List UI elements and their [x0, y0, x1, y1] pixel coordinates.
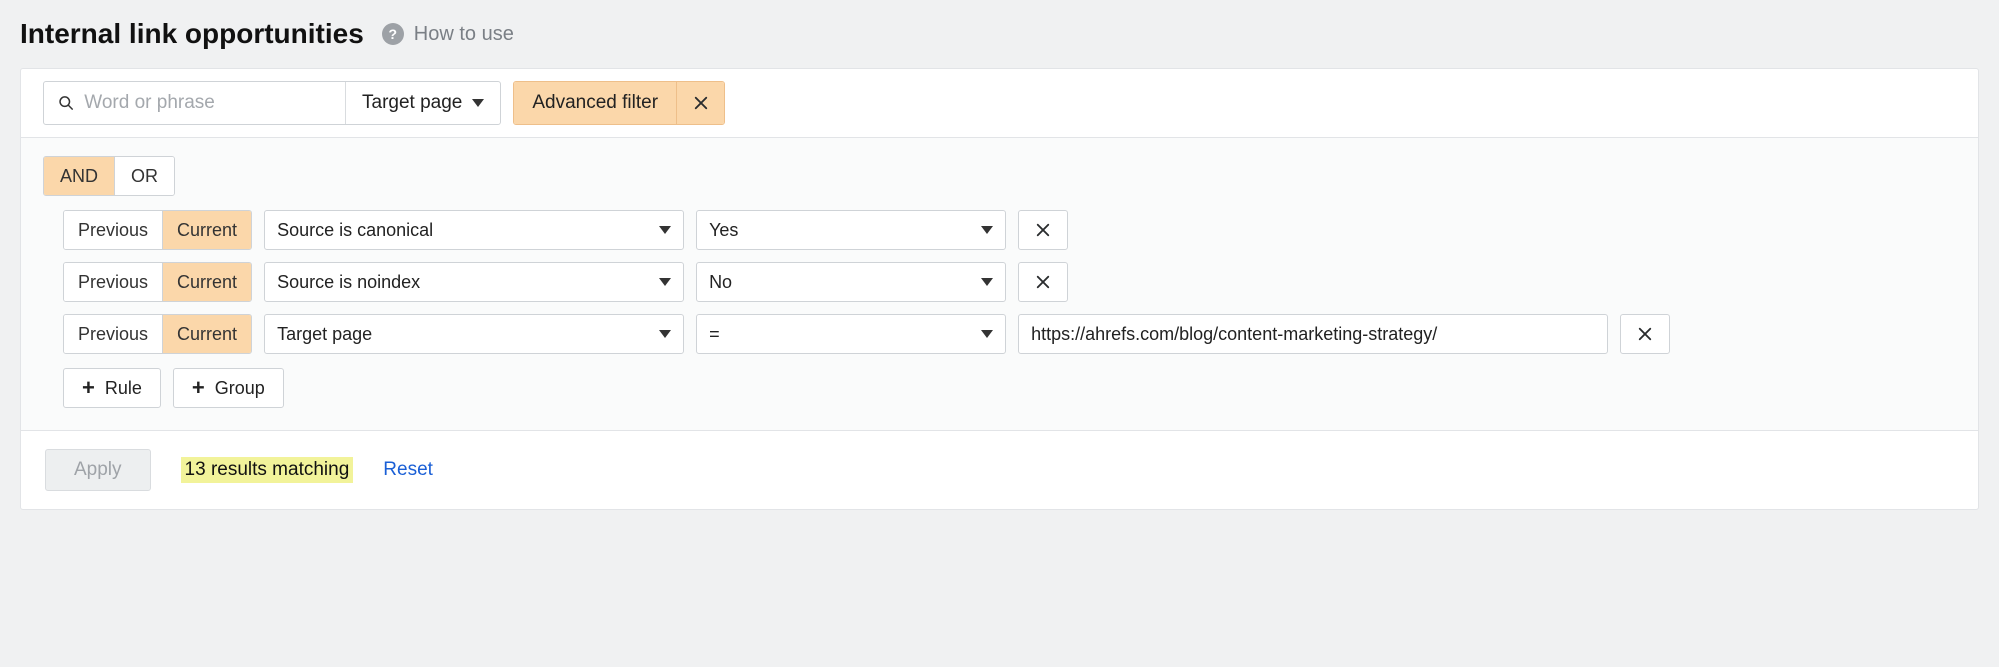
rule-list: Previous Current Source is canonical Yes	[63, 210, 1956, 354]
plus-icon: +	[192, 377, 205, 399]
target-dropdown-label: Target page	[362, 92, 462, 114]
add-row: + Rule + Group	[63, 368, 1956, 408]
remove-rule-button[interactable]	[1018, 210, 1068, 250]
page-header: Internal link opportunities ? How to use	[20, 18, 1979, 50]
add-group-label: Group	[215, 378, 265, 399]
prev-cur-toggle: Previous Current	[63, 210, 252, 250]
advanced-filter-chip: Advanced filter	[513, 81, 725, 125]
operator-select[interactable]: =	[696, 314, 1006, 354]
search-group: Target page	[43, 81, 501, 125]
value-select[interactable]: Yes	[696, 210, 1006, 250]
field-select-value: Source is canonical	[277, 220, 433, 241]
field-select-value: Source is noindex	[277, 272, 420, 293]
rule-row: Previous Current Source is noindex No	[63, 262, 1956, 302]
caret-down-icon	[659, 226, 671, 234]
field-select[interactable]: Source is canonical	[264, 210, 684, 250]
value-select-value: Yes	[709, 220, 738, 241]
field-select[interactable]: Target page	[264, 314, 684, 354]
value-select[interactable]: No	[696, 262, 1006, 302]
caret-down-icon	[659, 330, 671, 338]
apply-button[interactable]: Apply	[45, 449, 151, 491]
current-button[interactable]: Current	[162, 211, 251, 249]
caret-down-icon	[659, 278, 671, 286]
logic-toggle: AND OR	[43, 156, 175, 196]
plus-icon: +	[82, 377, 95, 399]
close-icon	[692, 94, 710, 112]
field-select-value: Target page	[277, 324, 372, 345]
prev-cur-toggle: Previous Current	[63, 314, 252, 354]
close-icon	[1636, 325, 1654, 343]
question-icon: ?	[382, 23, 404, 45]
rule-row: Previous Current Source is canonical Yes	[63, 210, 1956, 250]
search-input[interactable]	[84, 92, 331, 114]
operator-select-value: =	[709, 324, 720, 345]
remove-rule-button[interactable]	[1018, 262, 1068, 302]
logic-or-button[interactable]: OR	[114, 157, 174, 195]
search-icon	[58, 94, 74, 112]
logic-and-button[interactable]: AND	[44, 157, 114, 195]
prev-cur-toggle: Previous Current	[63, 262, 252, 302]
close-icon	[1034, 273, 1052, 291]
how-to-use-label: How to use	[414, 23, 514, 46]
field-select[interactable]: Source is noindex	[264, 262, 684, 302]
value-select-value: No	[709, 272, 732, 293]
advanced-filter-label: Advanced filter	[532, 92, 658, 114]
advanced-filter-button[interactable]: Advanced filter	[514, 82, 676, 124]
reset-link[interactable]: Reset	[383, 459, 433, 481]
previous-button[interactable]: Previous	[64, 211, 162, 249]
caret-down-icon	[981, 226, 993, 234]
advanced-filter-close-button[interactable]	[676, 82, 724, 124]
current-button[interactable]: Current	[162, 263, 251, 301]
add-rule-button[interactable]: + Rule	[63, 368, 161, 408]
top-filter-row: Target page Advanced filter	[21, 69, 1978, 138]
remove-rule-button[interactable]	[1620, 314, 1670, 354]
caret-down-icon	[472, 99, 484, 107]
caret-down-icon	[981, 278, 993, 286]
caret-down-icon	[981, 330, 993, 338]
rules-area: AND OR Previous Current Source is canoni…	[21, 138, 1978, 431]
how-to-use-link[interactable]: ? How to use	[382, 23, 514, 46]
search-cell	[44, 82, 346, 124]
page-title: Internal link opportunities	[20, 18, 364, 50]
add-group-button[interactable]: + Group	[173, 368, 284, 408]
value-input[interactable]	[1018, 314, 1608, 354]
close-icon	[1034, 221, 1052, 239]
target-page-dropdown[interactable]: Target page	[346, 82, 500, 124]
current-button[interactable]: Current	[162, 315, 251, 353]
footer-row: Apply 13 results matching Reset	[21, 431, 1978, 509]
rule-row: Previous Current Target page =	[63, 314, 1956, 354]
filter-card: Target page Advanced filter AND OR	[20, 68, 1979, 510]
results-matching-label: 13 results matching	[181, 457, 354, 483]
add-rule-label: Rule	[105, 378, 142, 399]
previous-button[interactable]: Previous	[64, 315, 162, 353]
previous-button[interactable]: Previous	[64, 263, 162, 301]
